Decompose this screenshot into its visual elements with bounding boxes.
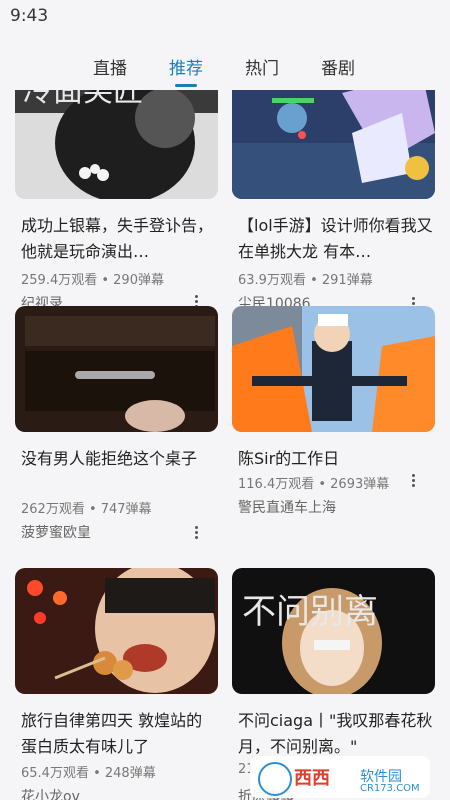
video-title[interactable]: 陈Sir的工作日	[238, 446, 433, 472]
video-stats: 65.4万观看 • 248弹幕	[21, 766, 156, 781]
status-time: 9:43	[10, 6, 49, 26]
tab-hot[interactable]: 热门	[232, 54, 292, 79]
site-watermark: 西西 软件园 CR173.COM	[250, 756, 430, 798]
video-thumbnail[interactable]: 不问别离	[232, 568, 435, 694]
more-icon[interactable]	[408, 473, 418, 489]
thumbnail-caption: 不问别离	[242, 592, 378, 632]
video-author[interactable]: 花小龙ov	[21, 786, 80, 800]
video-author[interactable]: 警民直通车上海	[238, 497, 336, 517]
video-thumbnail[interactable]	[15, 306, 218, 432]
video-stats: 116.4万观看 • 2693弹幕	[238, 477, 390, 492]
video-title[interactable]: 不问ciaga丨"我叹那春花秋月，不问别离。"	[238, 708, 433, 760]
tab-active-indicator	[175, 84, 197, 87]
thumbnail-caption: 冷面笑匠	[23, 90, 143, 109]
video-thumbnail[interactable]	[232, 306, 435, 432]
video-thumbnail[interactable]	[232, 90, 435, 199]
more-icon[interactable]	[191, 525, 201, 541]
status-bar: 9:43	[0, 0, 450, 32]
watermark-domain: CR173.COM	[360, 783, 420, 794]
video-thumbnail[interactable]	[15, 568, 218, 694]
video-stats: 262万观看 • 747弹幕	[21, 502, 152, 517]
tab-live[interactable]: 直播	[80, 54, 140, 79]
video-stats: 259.4万观看 • 290弹幕	[21, 273, 164, 288]
top-tab-bar: 直播 推荐 热门 番剧	[0, 40, 450, 90]
video-feed[interactable]: 冷面笑匠 成功上银幕，失手登讣告，他就是玩命演出… 259.4万观看 • 290…	[0, 90, 450, 800]
video-title[interactable]: 成功上银幕，失手登讣告，他就是玩命演出…	[21, 213, 216, 265]
video-title[interactable]: 没有男人能拒绝这个桌子	[21, 446, 216, 472]
video-thumbnail[interactable]: 冷面笑匠	[15, 90, 218, 199]
watermark-brand: 西西	[294, 768, 330, 789]
video-title[interactable]: 旅行自律第四天 敦煌站的蛋白质太有味儿了	[21, 708, 216, 760]
video-title[interactable]: 【lol手游】设计师你看我又在单挑大龙 有本…	[238, 213, 433, 265]
video-author[interactable]: 菠萝蜜欧皇	[21, 522, 91, 542]
watermark-logo-icon	[258, 762, 292, 796]
video-stats: 63.9万观看 • 291弹幕	[238, 273, 373, 288]
tab-bangumi[interactable]: 番剧	[308, 54, 368, 79]
tab-recommend[interactable]: 推荐	[156, 54, 216, 79]
